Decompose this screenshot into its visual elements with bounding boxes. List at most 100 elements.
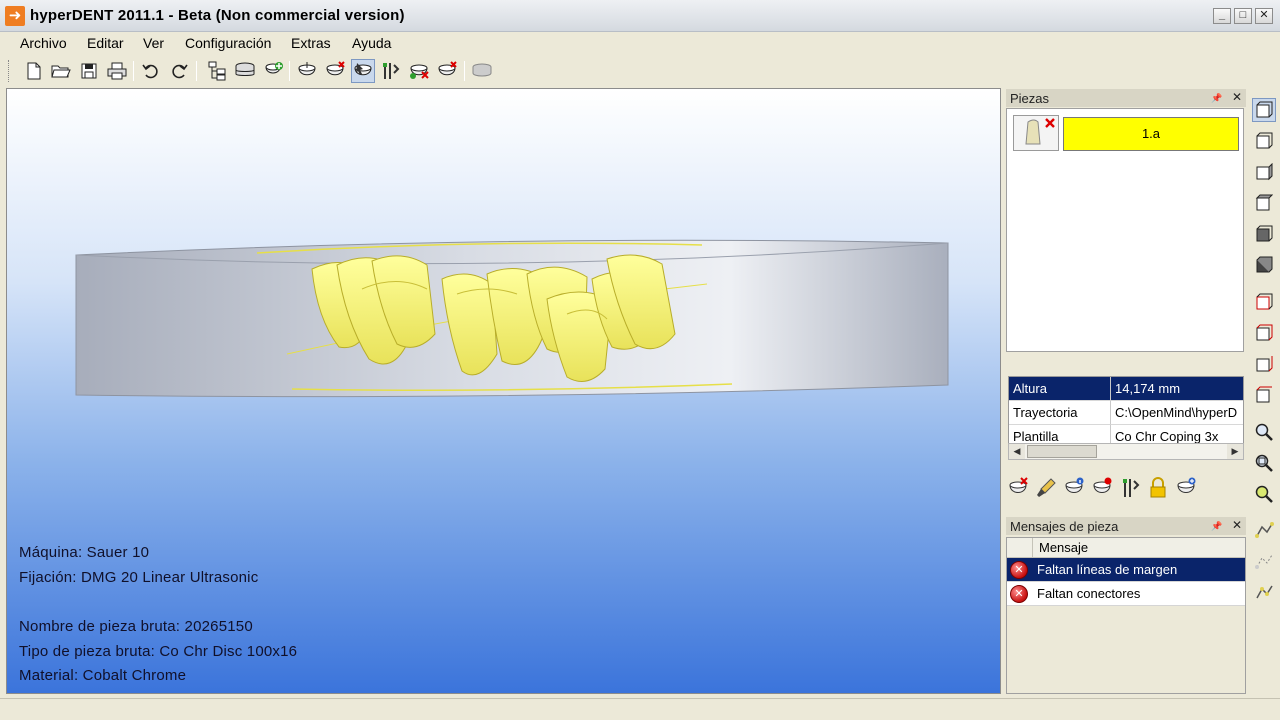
save-icon[interactable] bbox=[77, 59, 101, 83]
blank-name-info: Nombre de pieza bruta: 20265150 bbox=[19, 618, 253, 635]
view-left-icon[interactable] bbox=[1252, 160, 1276, 184]
remove-part-icon[interactable] bbox=[323, 59, 347, 83]
messages-header-row: Mensaje bbox=[1007, 538, 1245, 558]
toolbar-separator bbox=[133, 61, 134, 81]
view-iso-2-icon[interactable] bbox=[1252, 321, 1276, 345]
zoom-window-icon[interactable] bbox=[1252, 482, 1276, 506]
info-icon[interactable] bbox=[1062, 476, 1086, 500]
piece-thumbnail[interactable] bbox=[1013, 115, 1059, 151]
view-front-icon[interactable] bbox=[1252, 98, 1276, 122]
disc-model[interactable] bbox=[7, 89, 1001, 694]
zoom-fit-icon[interactable] bbox=[1252, 451, 1276, 475]
menu-ayuda[interactable]: Ayuda bbox=[352, 35, 391, 51]
maximize-button[interactable]: □ bbox=[1234, 8, 1252, 24]
minimize-button[interactable]: _ bbox=[1213, 8, 1231, 24]
toolbar-separator bbox=[289, 61, 290, 81]
view-bottom-icon[interactable] bbox=[1252, 253, 1276, 277]
tools-icon[interactable] bbox=[379, 59, 403, 83]
close-button[interactable]: ✕ bbox=[1255, 8, 1273, 24]
lock-icon[interactable] bbox=[1146, 476, 1170, 500]
pieces-panel-title: Piezas bbox=[1010, 91, 1050, 106]
window-title: hyperDENT 2011.1 - Beta (Non commercial … bbox=[30, 7, 405, 24]
toolbar-separator bbox=[464, 61, 465, 81]
error-icon: ✕ bbox=[1010, 561, 1028, 579]
piece-item[interactable]: 1.a bbox=[1063, 117, 1239, 151]
menu-bar: Archivo Editar Ver Configuración Extras … bbox=[0, 32, 1280, 54]
app-arrow-icon[interactable]: ➜ bbox=[5, 6, 25, 26]
print-icon[interactable] bbox=[105, 59, 129, 83]
add-part-icon[interactable] bbox=[261, 59, 285, 83]
select-part-icon[interactable] bbox=[351, 59, 375, 83]
property-row[interactable]: Altura 14,174 mm bbox=[1009, 377, 1243, 401]
redo-icon[interactable] bbox=[167, 59, 191, 83]
property-name: Altura bbox=[1009, 377, 1111, 401]
toolbar-separator bbox=[196, 61, 197, 81]
menu-configuracion[interactable]: Configuración bbox=[185, 35, 271, 51]
messages-panel-header: Mensajes de pieza 📌 ✕ bbox=[1006, 517, 1246, 535]
view-iso-1-icon[interactable] bbox=[1252, 290, 1276, 314]
messages-list: Mensaje ✕ Faltan líneas de margen ✕ Falt… bbox=[1006, 537, 1246, 694]
stack-disc-icon[interactable] bbox=[233, 59, 257, 83]
piece-tools-bar bbox=[1006, 474, 1206, 504]
scroll-thumb[interactable] bbox=[1027, 445, 1097, 458]
toolbar-grip[interactable] bbox=[8, 60, 11, 82]
property-row[interactable]: Trayectoria C:\OpenMind\hyperD bbox=[1009, 401, 1243, 425]
remove-icon[interactable] bbox=[1006, 476, 1030, 500]
part-icon[interactable] bbox=[295, 59, 319, 83]
menu-extras[interactable]: Extras bbox=[291, 35, 331, 51]
pieces-panel-header: Piezas 📌 ✕ bbox=[1006, 89, 1246, 107]
properties-hscrollbar[interactable]: ◀ ▶ bbox=[1008, 443, 1244, 460]
header-icon-column bbox=[1007, 538, 1033, 558]
view-top-icon[interactable] bbox=[1252, 222, 1276, 246]
measure-icon[interactable] bbox=[1252, 519, 1276, 543]
menu-ver[interactable]: Ver bbox=[143, 35, 164, 51]
main-toolbar bbox=[8, 56, 500, 86]
new-file-icon[interactable] bbox=[22, 59, 46, 83]
blank-type-info: Tipo de pieza bruta: Co Chr Disc 100x16 bbox=[19, 643, 298, 660]
3d-viewport[interactable]: Máquina: Sauer 10 Fijación: DMG 20 Linea… bbox=[6, 88, 1001, 694]
scroll-left-icon[interactable]: ◀ bbox=[1009, 444, 1025, 459]
property-row[interactable]: Plantilla Co Chr Coping 3x bbox=[1009, 425, 1243, 443]
panel-close-icon[interactable]: ✕ bbox=[1232, 518, 1242, 532]
pin-icon[interactable]: 📌 bbox=[1211, 521, 1222, 531]
view-back-icon[interactable] bbox=[1252, 129, 1276, 153]
zoom-icon[interactable] bbox=[1252, 420, 1276, 444]
add-icon[interactable] bbox=[1174, 476, 1198, 500]
menu-editar[interactable]: Editar bbox=[87, 35, 124, 51]
delete-part-icon[interactable] bbox=[407, 59, 431, 83]
view-right-icon[interactable] bbox=[1252, 191, 1276, 215]
view-toolbar bbox=[1250, 88, 1278, 618]
material-info: Material: Cobalt Chrome bbox=[19, 667, 187, 684]
error-icon: ✕ bbox=[1010, 585, 1028, 603]
tools-icon[interactable] bbox=[1118, 476, 1142, 500]
property-value: Co Chr Coping 3x bbox=[1111, 425, 1243, 443]
view-iso-4-icon[interactable] bbox=[1252, 383, 1276, 407]
tree-icon[interactable] bbox=[205, 59, 229, 83]
message-text: Faltan líneas de margen bbox=[1037, 562, 1178, 577]
status-bar bbox=[0, 698, 1280, 720]
status-icon[interactable] bbox=[1090, 476, 1114, 500]
brush-icon[interactable] bbox=[1034, 476, 1058, 500]
tooth-error-icon bbox=[1025, 118, 1055, 145]
property-name: Plantilla bbox=[1009, 425, 1111, 443]
measure-2-icon[interactable] bbox=[1252, 550, 1276, 574]
panel-close-icon[interactable]: ✕ bbox=[1232, 90, 1242, 104]
pieces-list: 1.a bbox=[1006, 108, 1244, 352]
scroll-right-icon[interactable]: ▶ bbox=[1227, 444, 1243, 459]
undo-icon[interactable] bbox=[139, 59, 163, 83]
property-value: C:\OpenMind\hyperD bbox=[1111, 401, 1243, 425]
measure-3-icon[interactable] bbox=[1252, 581, 1276, 605]
pin-icon[interactable]: 📌 bbox=[1211, 93, 1222, 103]
properties-table: Altura 14,174 mm Trayectoria C:\OpenMind… bbox=[1008, 376, 1244, 444]
message-row[interactable]: ✕ Faltan líneas de margen bbox=[1007, 558, 1245, 582]
open-folder-icon[interactable] bbox=[49, 59, 73, 83]
menu-archivo[interactable]: Archivo bbox=[20, 35, 67, 51]
part-settings-icon[interactable] bbox=[435, 59, 459, 83]
message-row[interactable]: ✕ Faltan conectores bbox=[1007, 582, 1245, 606]
message-text: Faltan conectores bbox=[1037, 586, 1141, 601]
property-value: 14,174 mm bbox=[1111, 377, 1243, 401]
view-iso-3-icon[interactable] bbox=[1252, 352, 1276, 376]
message-column-header[interactable]: Mensaje bbox=[1039, 540, 1088, 555]
disc-icon[interactable] bbox=[470, 59, 494, 83]
title-bar: ➜ hyperDENT 2011.1 - Beta (Non commercia… bbox=[0, 0, 1280, 32]
